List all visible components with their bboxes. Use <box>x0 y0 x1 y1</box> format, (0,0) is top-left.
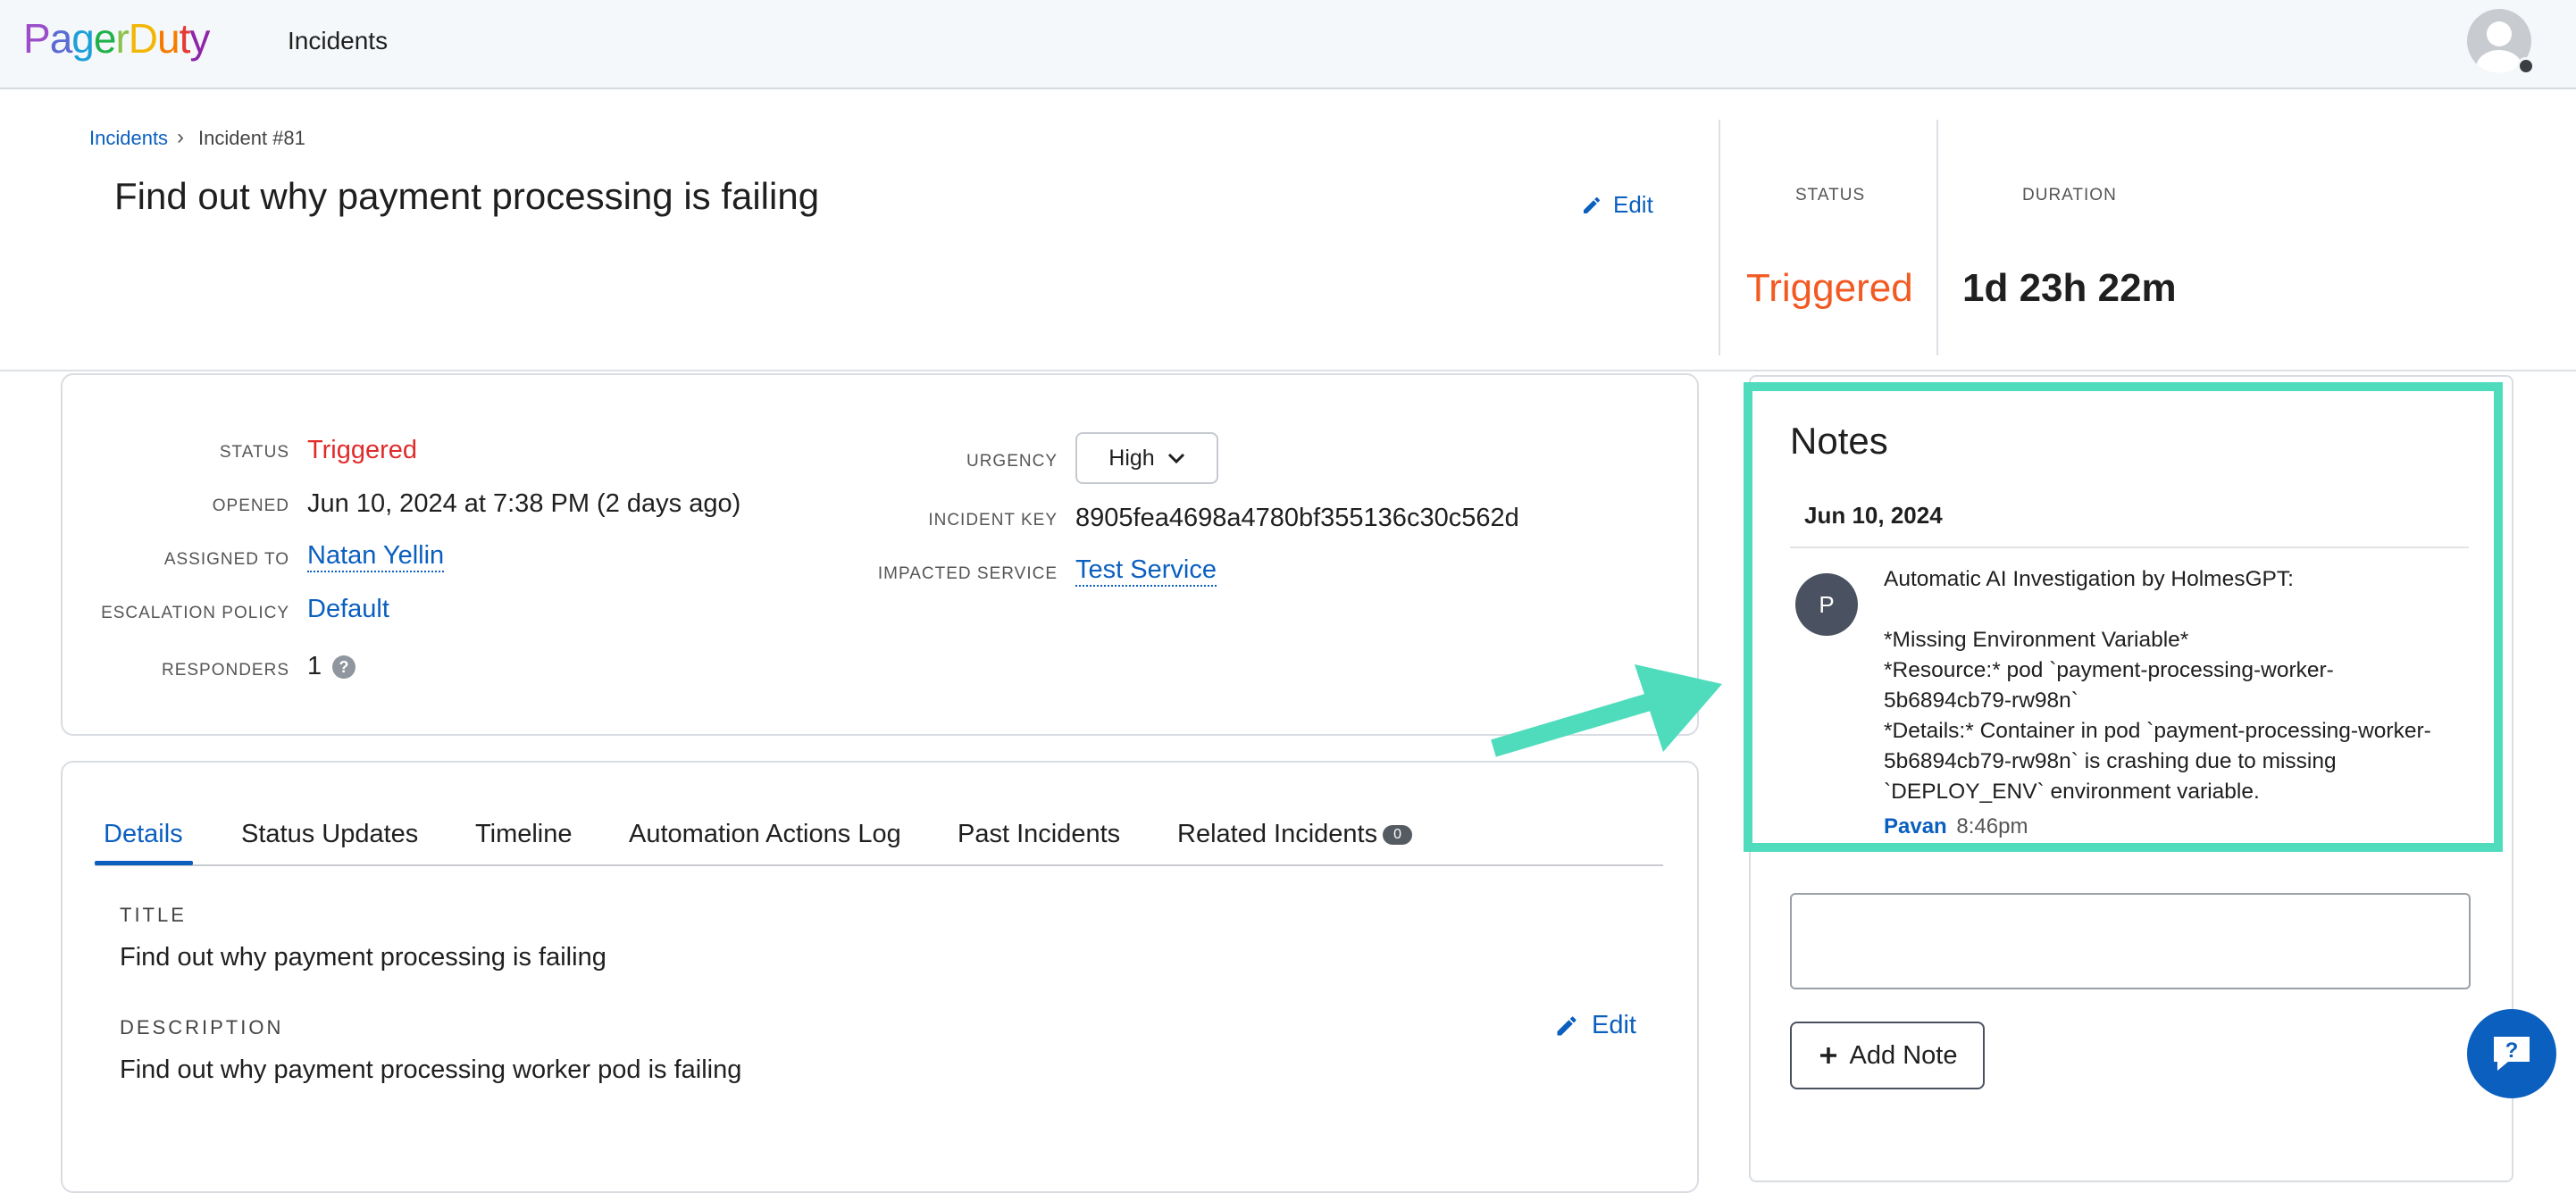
tab-automation-actions-log[interactable]: Automation Actions Log <box>629 820 901 849</box>
edit-description-label: Edit <box>1592 1011 1636 1039</box>
pencil-icon <box>1584 196 1601 213</box>
page-title: Find out why payment processing is faili… <box>114 175 820 217</box>
status-value: Triggered <box>307 436 418 464</box>
edit-description-button[interactable]: Edit <box>1554 1011 1636 1040</box>
impacted-service-label: IMPACTED SERVICE <box>877 564 1058 583</box>
plus-icon <box>1819 1047 1836 1064</box>
highlight-box <box>1744 382 2503 852</box>
pencil-icon <box>1557 1015 1577 1035</box>
title-section-value: Find out why payment processing is faili… <box>120 943 606 972</box>
description-section-value: Find out why payment processing worker p… <box>120 1055 742 1084</box>
urgency-value: High <box>1108 445 1155 471</box>
description-section-label: DESCRIPTION <box>120 1016 284 1039</box>
add-note-button[interactable]: Add Note <box>1790 1022 1985 1089</box>
responders-value: 1 <box>307 652 322 680</box>
header-divider <box>1936 120 1938 355</box>
svg-text:?: ? <box>2505 1039 2519 1063</box>
incident-key-label: INCIDENT KEY <box>928 511 1058 530</box>
header-status-label: STATUS <box>1795 186 1866 204</box>
logo-letter: y <box>189 15 210 62</box>
tab-past-incidents[interactable]: Past Incidents <box>958 820 1120 849</box>
logo-letter: r <box>115 15 129 62</box>
tabs-baseline <box>95 864 1663 866</box>
escalation-policy-label: ESCALATION POLICY <box>101 604 289 622</box>
note-textarea[interactable] <box>1790 893 2471 989</box>
logo-letter: t <box>179 15 191 62</box>
impacted-service-link[interactable]: Test Service <box>1075 555 1217 587</box>
responders-label: RESPONDERS <box>161 661 289 680</box>
help-chat-button[interactable]: ? <box>2467 1009 2556 1098</box>
header-bottom-border <box>0 370 2576 371</box>
user-status-dot <box>2517 57 2535 75</box>
escalation-policy-link[interactable]: Default <box>307 595 389 624</box>
help-icon[interactable]: ? <box>332 655 355 679</box>
breadcrumb-current: Incident #81 <box>198 127 305 149</box>
edit-title-label: Edit <box>1613 191 1653 218</box>
annotation-arrow-icon <box>1491 664 1722 757</box>
assigned-to-label: ASSIGNED TO <box>163 550 289 569</box>
tab-status-updates[interactable]: Status Updates <box>241 820 418 849</box>
chat-help-icon: ? <box>2494 1037 2530 1071</box>
related-incidents-count-badge: 0 <box>1383 825 1412 845</box>
header-divider <box>1719 120 1720 355</box>
nav-incidents-link[interactable]: Incidents <box>288 27 388 55</box>
logo-letter: g <box>71 15 95 62</box>
header-duration-label: DURATION <box>2022 186 2117 204</box>
logo-letter: e <box>93 15 117 62</box>
status-label: STATUS <box>219 443 289 462</box>
urgency-dropdown[interactable]: High <box>1075 432 1218 484</box>
breadcrumb-incidents-link[interactable]: Incidents <box>89 127 168 150</box>
opened-value: Jun 10, 2024 at 7:38 PM (2 days ago) <box>307 489 741 518</box>
pagerduty-logo[interactable]: PagerDuty <box>23 14 210 63</box>
title-section-label: TITLE <box>120 904 187 926</box>
logo-letter: u <box>157 15 180 62</box>
tab-related-incidents[interactable]: Related Incidents 0 <box>1177 820 1412 849</box>
logo-letter: D <box>128 15 158 62</box>
header-status-value: Triggered <box>1746 266 1913 310</box>
assigned-to-link[interactable]: Natan Yellin <box>307 541 445 572</box>
tab-related-incidents-label: Related Incidents <box>1177 820 1378 848</box>
chevron-down-icon <box>1167 453 1184 464</box>
opened-label: OPENED <box>212 496 289 515</box>
breadcrumb-separator: › <box>177 125 184 149</box>
urgency-label: URGENCY <box>966 452 1058 471</box>
header-duration-value: 1d 23h 22m <box>1962 266 2177 310</box>
logo-letter: a <box>49 15 73 62</box>
edit-title-button[interactable]: Edit <box>1581 191 1653 219</box>
tab-details[interactable]: Details <box>104 820 183 849</box>
tab-timeline[interactable]: Timeline <box>475 820 573 849</box>
logo-letter: P <box>23 15 51 62</box>
add-note-label: Add Note <box>1849 1040 1958 1070</box>
active-tab-indicator <box>95 861 193 865</box>
incident-key-value: 8905fea4698a4780bf355136c30c562d <box>1075 504 1519 532</box>
